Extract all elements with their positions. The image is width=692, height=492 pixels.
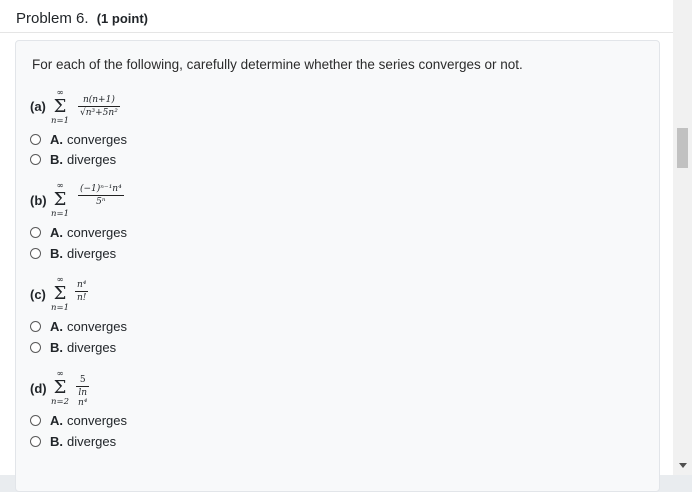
radio-button-icon[interactable] xyxy=(30,320,41,332)
sigma-symbol: Σ xyxy=(53,283,67,304)
scrollbar-thumb[interactable] xyxy=(677,128,688,168)
summation: ∞ Σ n=1 xyxy=(51,89,70,127)
problem-title: Problem 6. xyxy=(16,10,89,27)
sigma-symbol: Σ xyxy=(53,96,67,117)
sigma-symbol: Σ xyxy=(53,377,67,398)
part-label: (b) xyxy=(30,193,47,208)
series-term: 5 ln n⁴ xyxy=(76,375,90,408)
option-a-converges[interactable]: A. converges xyxy=(30,317,127,335)
radio-button-icon[interactable] xyxy=(30,153,41,165)
option-b-diverges[interactable]: B. diverges xyxy=(30,150,116,168)
chevron-down-icon[interactable] xyxy=(679,463,687,468)
option-a-converges[interactable]: A. converges xyxy=(30,130,127,148)
part-label: (d) xyxy=(30,381,47,396)
radio-button-icon[interactable] xyxy=(30,226,41,238)
series-term: n⁴ n! xyxy=(75,280,89,303)
problem-instructions: For each of the following, carefully det… xyxy=(32,57,523,72)
part-label: (a) xyxy=(30,99,46,114)
problem-points: (1 point) xyxy=(96,11,148,26)
sum-lower-limit: n=1 xyxy=(51,209,70,219)
radio-button-icon[interactable] xyxy=(30,133,41,145)
problem-card: For each of the following, carefully det… xyxy=(15,40,660,492)
option-a-converges[interactable]: A. converges xyxy=(30,411,127,429)
series-term: n(n+1) √n³+5n² xyxy=(78,95,120,118)
problem-header: Problem 6. (1 point) xyxy=(16,10,148,28)
option-b-diverges[interactable]: B. diverges xyxy=(30,244,116,262)
term-denominator: n! xyxy=(77,293,87,303)
term-numerator: n⁴ xyxy=(77,280,87,290)
term-numerator: 5 xyxy=(79,375,86,385)
sum-lower-limit: n=1 xyxy=(51,303,70,313)
option-a-converges[interactable]: A. converges xyxy=(30,223,127,241)
vertical-scrollbar[interactable] xyxy=(673,0,692,475)
sum-lower-limit: n=1 xyxy=(51,116,70,126)
term-numerator: (−1)ⁿ⁻¹n⁴ xyxy=(80,184,122,194)
term-denominator: √n³+5n² xyxy=(80,108,118,118)
part-label: (c) xyxy=(30,287,46,302)
sigma-symbol: Σ xyxy=(53,189,67,210)
sum-lower-limit: n=2 xyxy=(51,397,70,407)
problem-page: Problem 6. (1 point) For each of the fol… xyxy=(0,0,674,492)
summation: ∞ Σ n=1 xyxy=(51,276,70,314)
option-b-diverges[interactable]: B. diverges xyxy=(30,338,116,356)
radio-button-icon[interactable] xyxy=(30,341,41,353)
summation: ∞ Σ n=1 xyxy=(51,182,70,220)
radio-button-icon[interactable] xyxy=(30,247,41,259)
term-denominator: 5ⁿ xyxy=(96,197,106,207)
radio-button-icon[interactable] xyxy=(30,414,41,426)
series-term: (−1)ⁿ⁻¹n⁴ 5ⁿ xyxy=(78,184,124,207)
option-b-diverges[interactable]: B. diverges xyxy=(30,432,116,450)
radio-button-icon[interactable] xyxy=(30,435,41,447)
term-denominator: ln n⁴ xyxy=(78,388,88,408)
header-divider xyxy=(0,32,673,33)
term-numerator: n(n+1) xyxy=(82,95,115,105)
summation: ∞ Σ n=2 xyxy=(51,370,70,408)
